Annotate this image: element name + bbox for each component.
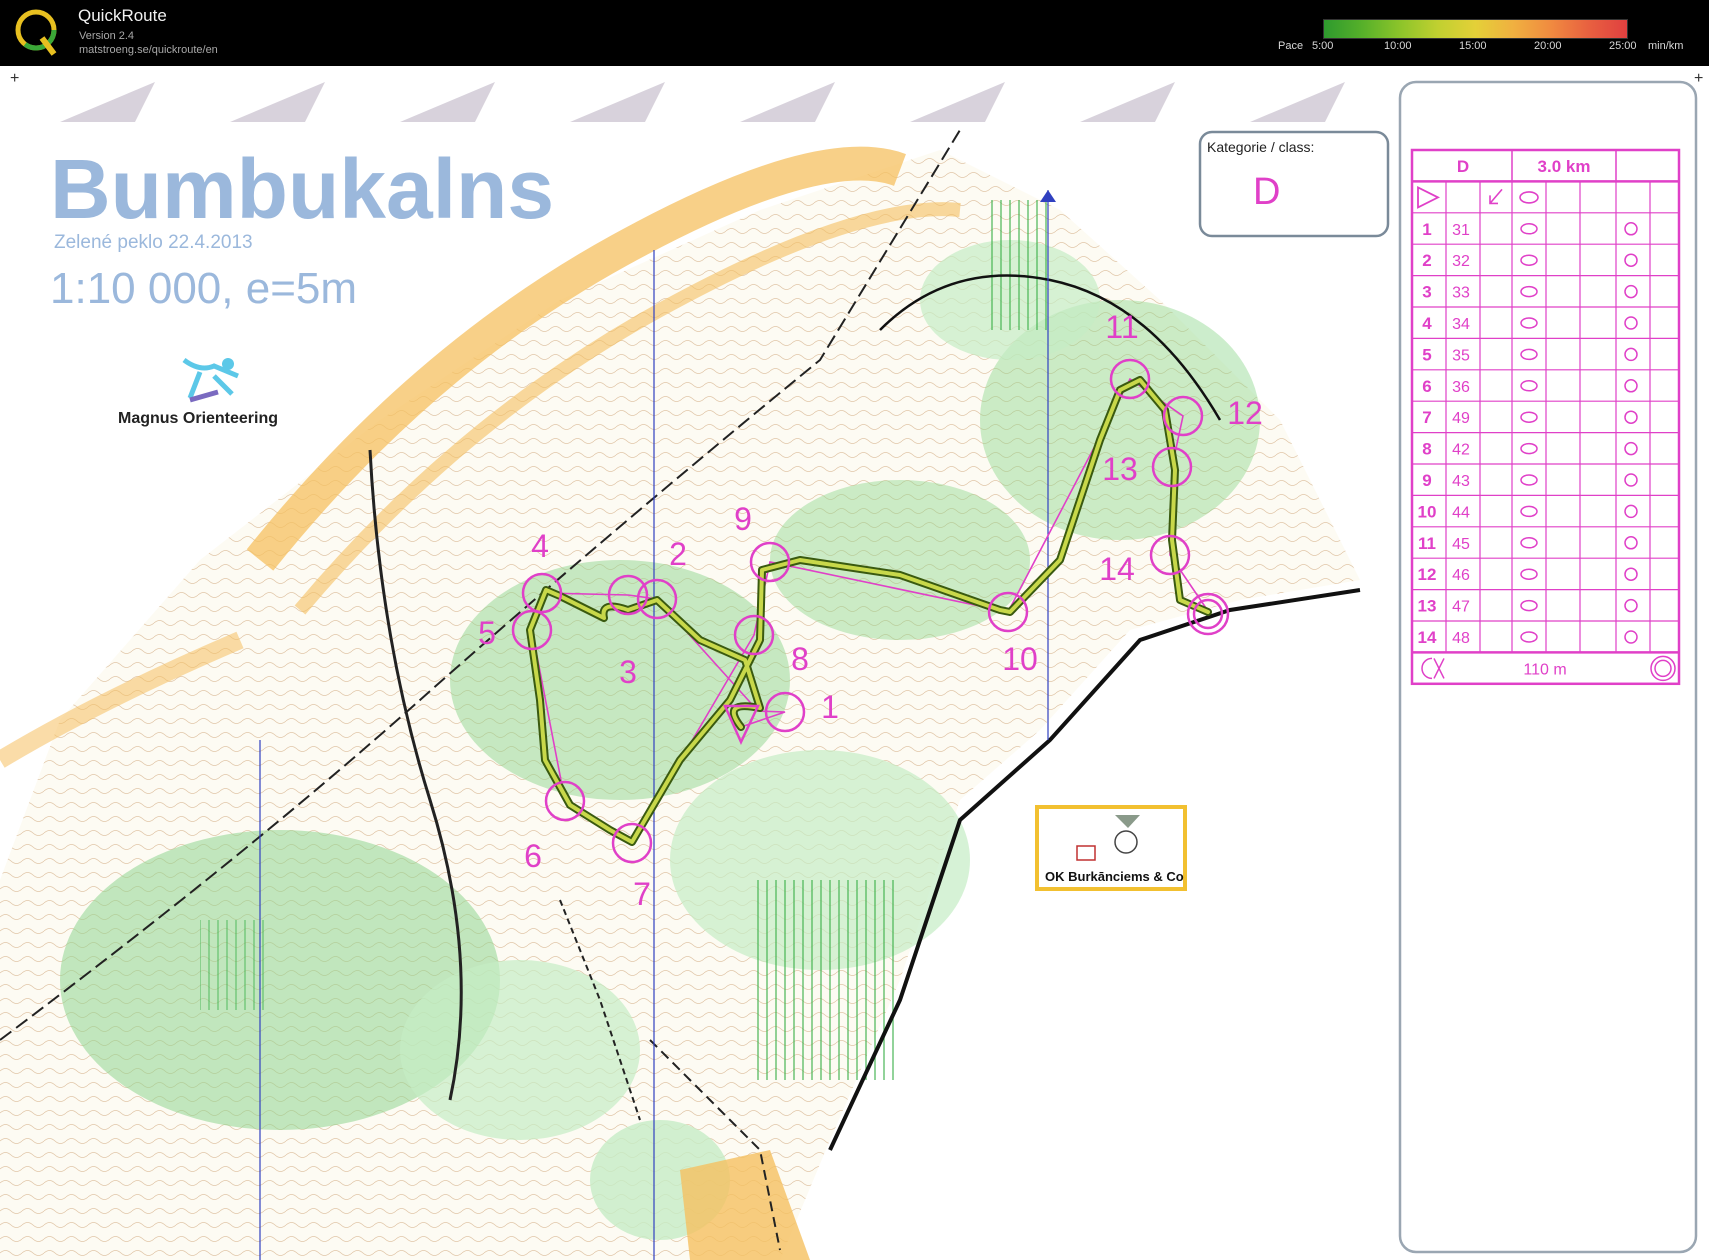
description-row-code: 31 <box>1452 222 1470 239</box>
orienteering-map[interactable]: Bumbukalns Zelené peklo 22.4.2013 1:10 0… <box>0 66 1709 1260</box>
control-number: 3 <box>619 654 637 690</box>
description-row-code: 34 <box>1452 316 1470 333</box>
app-url[interactable]: matstroeng.se/quickroute/en <box>79 44 218 56</box>
description-row-code: 42 <box>1452 442 1470 459</box>
control-number: 9 <box>734 501 752 537</box>
description-length: 3.0 km <box>1538 157 1591 176</box>
app-version: Version 2.4 <box>79 30 135 42</box>
description-row-code: 43 <box>1452 473 1470 490</box>
pace-tick: 25:00 <box>1609 40 1637 52</box>
description-row-number: 3 <box>1422 283 1431 302</box>
pace-tick: 10:00 <box>1384 40 1412 52</box>
description-row-number: 9 <box>1422 471 1431 490</box>
control-number: 7 <box>633 876 651 912</box>
quickroute-logo-icon <box>15 9 57 56</box>
app-header: QuickRoute Version 2.4 matstroeng.se/qui… <box>0 0 1709 66</box>
map-subtitle: Zelené peklo 22.4.2013 <box>54 232 253 253</box>
control-number: 12 <box>1227 395 1263 431</box>
control-number: 6 <box>524 838 542 874</box>
description-row-code: 47 <box>1452 599 1470 616</box>
description-row-number: 4 <box>1422 314 1432 333</box>
badge-text: OK Burkānciems & Co <box>1045 869 1184 884</box>
description-row-number: 2 <box>1422 251 1431 270</box>
description-row-code: 32 <box>1452 253 1470 270</box>
description-row-code: 33 <box>1452 285 1470 302</box>
description-row-number: 6 <box>1422 377 1431 396</box>
description-row-code: 35 <box>1452 347 1470 364</box>
club-logo: Magnus Orienteering <box>118 357 278 427</box>
pace-color-scale <box>1323 19 1628 39</box>
map-scale: 1:10 000, e=5m <box>50 264 357 313</box>
app-name: QuickRoute <box>78 6 167 25</box>
sponsor-badge: OK Burkānciems & Co <box>1035 805 1187 891</box>
category-value: D <box>1253 171 1280 213</box>
description-row-code: 49 <box>1452 410 1470 427</box>
description-row-number: 8 <box>1422 440 1431 459</box>
category-box: Kategorie / class: D <box>1198 130 1390 238</box>
description-row-code: 46 <box>1452 567 1470 584</box>
description-row-number: 14 <box>1418 628 1437 647</box>
description-row-number: 10 <box>1418 502 1437 521</box>
map-title: Bumbukalns <box>50 142 554 236</box>
control-number: 2 <box>669 536 687 572</box>
pace-tick: 5:00 <box>1312 40 1334 52</box>
description-row-number: 1 <box>1422 220 1431 239</box>
pace-tick: 20:00 <box>1534 40 1562 52</box>
description-row-code: 45 <box>1452 536 1470 553</box>
control-number: 14 <box>1099 551 1135 587</box>
club-logo-text: Magnus Orienteering <box>118 410 278 427</box>
control-number: 10 <box>1002 641 1038 677</box>
finish-distance: 110 m <box>1523 661 1566 678</box>
control-number: 13 <box>1102 451 1138 487</box>
control-number: 4 <box>531 528 549 564</box>
pace-unit: min/km <box>1648 40 1684 52</box>
description-row-code: 48 <box>1452 630 1470 647</box>
map-border-hatch <box>40 82 1345 122</box>
description-row-number: 11 <box>1418 534 1436 553</box>
description-row-code: 44 <box>1452 504 1470 521</box>
pace-label: Pace <box>1278 40 1304 52</box>
runner-logo-icon <box>182 357 239 403</box>
description-row-number: 5 <box>1422 345 1431 364</box>
control-number: 5 <box>478 615 496 651</box>
description-row-number: 7 <box>1422 408 1431 427</box>
description-row-number: 13 <box>1418 597 1437 616</box>
category-label: Kategorie / class: <box>1207 139 1314 155</box>
control-description-panel: D 3.0 km1 312 323 334 345 356 367 498 429 4310 4411… <box>1398 80 1698 1254</box>
description-row-number: 12 <box>1418 565 1437 584</box>
control-number: 11 <box>1105 309 1138 345</box>
control-number: 8 <box>791 641 809 677</box>
description-row-code: 36 <box>1452 379 1470 396</box>
description-class: D <box>1457 157 1469 176</box>
control-number: 1 <box>821 689 839 725</box>
pace-tick: 15:00 <box>1459 40 1487 52</box>
